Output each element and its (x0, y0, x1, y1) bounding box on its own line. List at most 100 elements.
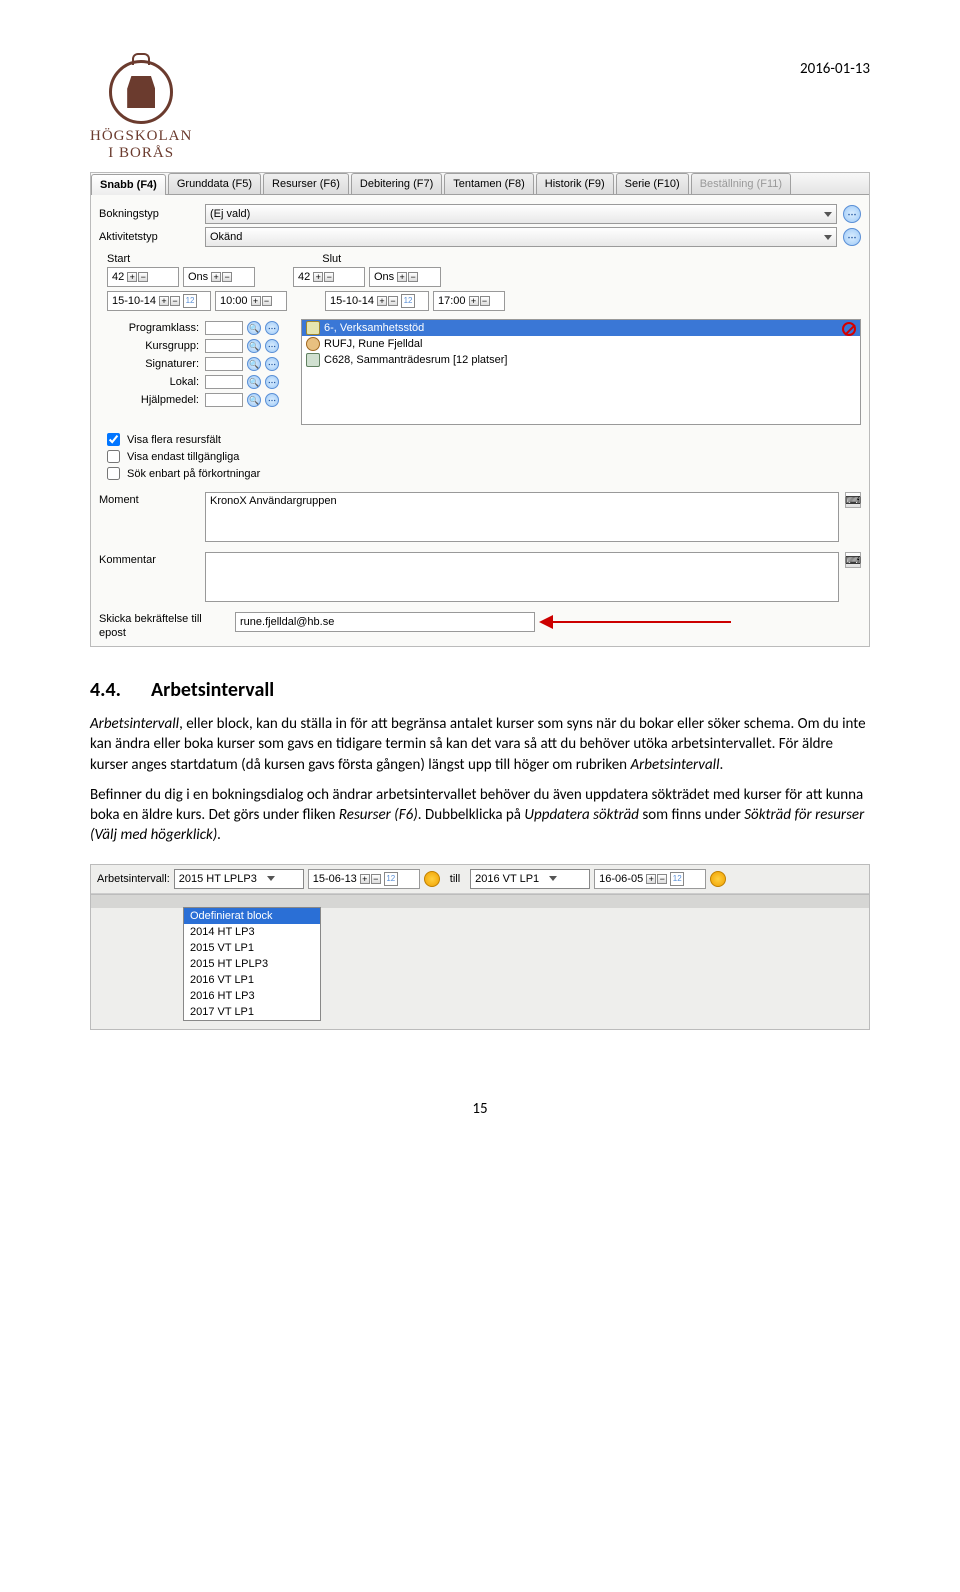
section-heading: 4.4. Arbetsintervall (90, 677, 870, 704)
chevron-down-icon (549, 876, 557, 881)
sun-icon[interactable] (424, 871, 440, 887)
interval-option[interactable]: 2014 HT LP3 (184, 924, 320, 940)
resource-search-button[interactable]: 🔍 (247, 321, 261, 335)
tab-serie-f10-[interactable]: Serie (F10) (616, 173, 689, 194)
forbidden-icon (842, 322, 856, 336)
tab-tentamen-f8-[interactable]: Tentamen (F8) (444, 173, 534, 194)
slut-week-spin[interactable]: 42+− (293, 267, 365, 287)
paragraph-2: Befinner du dig i en bokningsdialog och … (90, 785, 870, 846)
interval-option[interactable]: 2016 VT LP1 (184, 972, 320, 988)
document-date: 2016-01-13 (800, 60, 870, 78)
resource-browse-button[interactable]: ⋯ (265, 339, 279, 353)
chevron-down-icon (824, 212, 832, 217)
resource-search-input[interactable] (205, 339, 243, 353)
tab-strip: Snabb (F4)Grunddata (F5)Resurser (F6)Deb… (91, 173, 869, 195)
slut-time-spin[interactable]: 17:00+− (433, 291, 505, 311)
calendar-icon[interactable]: 12 (401, 294, 415, 308)
start-week-spin[interactable]: 42+− (107, 267, 179, 287)
slut-header: Slut (322, 253, 341, 265)
tab-best-llning-f11-: Beställning (F11) (691, 173, 791, 194)
resource-search-column: 🔍⋯🔍⋯🔍⋯🔍⋯🔍⋯ (205, 319, 295, 425)
resource-browse-button[interactable]: ⋯ (265, 321, 279, 335)
resource-browse-button[interactable]: ⋯ (265, 393, 279, 407)
moment-label: Moment (99, 492, 199, 542)
resource-item[interactable]: RUFJ, Rune Fjelldal (302, 336, 860, 352)
kommentar-keyboard-icon[interactable]: ⌨ (845, 552, 861, 568)
moment-textarea[interactable]: KronoX Användargruppen (205, 492, 839, 542)
resource-label: Lokal: (99, 373, 199, 391)
tab-debitering-f7-[interactable]: Debitering (F7) (351, 173, 442, 194)
resource-search-button[interactable]: 🔍 (247, 357, 261, 371)
tab-snabb-f4-[interactable]: Snabb (F4) (91, 174, 166, 195)
resource-search-row: 🔍⋯ (205, 319, 295, 337)
slut-dayname-spin[interactable]: Ons+− (369, 267, 441, 287)
moment-keyboard-icon[interactable]: ⌨ (845, 492, 861, 508)
interval-option[interactable]: 2015 VT LP1 (184, 940, 320, 956)
chevron-down-icon (267, 876, 275, 881)
interval-option[interactable]: 2017 VT LP1 (184, 1004, 320, 1020)
resource-search-input[interactable] (205, 357, 243, 371)
resource-search-input[interactable] (205, 375, 243, 389)
sun-icon[interactable] (710, 871, 726, 887)
resource-search-row: 🔍⋯ (205, 391, 295, 409)
resource-label: Hjälpmedel: (99, 391, 199, 409)
bokningstyp-label: Bokningstyp (99, 208, 199, 220)
resource-search-button[interactable]: 🔍 (247, 339, 261, 353)
interval-from-date[interactable]: 15-06-13+−12 (308, 869, 420, 889)
interval-to-dropdown[interactable]: 2016 VT LP1 (470, 869, 590, 889)
arbetsintervall-bar-screenshot: Arbetsintervall: 2015 HT LPLP3 15-06-13+… (90, 864, 870, 1030)
resource-search-input[interactable] (205, 321, 243, 335)
aktivitetstyp-browse-button[interactable]: ⋯ (843, 228, 861, 246)
option-checkbox-label: Visa endast tillgängliga (127, 451, 239, 463)
resource-list[interactable]: 6-, Verksamhetsstöd RUFJ, Rune Fjelldal C6… (301, 319, 861, 425)
bokningstyp-value: (Ej vald) (210, 208, 250, 220)
document-body: 4.4. Arbetsintervall Arbetsintervall, el… (90, 677, 870, 846)
aktivitetstyp-value: Okänd (210, 231, 242, 243)
resource-search-button[interactable]: 🔍 (247, 375, 261, 389)
kommentar-textarea[interactable] (205, 552, 839, 602)
start-time-spin[interactable]: 10:00+− (215, 291, 287, 311)
aktivitetstyp-label: Aktivitetstyp (99, 231, 199, 243)
email-input[interactable] (235, 612, 535, 632)
option-checkbox[interactable] (107, 467, 120, 480)
calendar-icon[interactable]: 12 (183, 294, 197, 308)
interval-option[interactable]: Odefinierat block (184, 908, 320, 924)
resource-search-button[interactable]: 🔍 (247, 393, 261, 407)
option-checkbox[interactable] (107, 450, 120, 463)
option-checkbox[interactable] (107, 433, 120, 446)
arbetsintervall-label: Arbetsintervall: (97, 873, 170, 885)
resource-item[interactable]: 6-, Verksamhetsstöd (302, 320, 860, 336)
option-checkbox-row[interactable]: Visa endast tillgängliga (103, 448, 861, 465)
resource-search-input[interactable] (205, 393, 243, 407)
page-number: 15 (90, 1100, 870, 1118)
interval-option[interactable]: 2016 HT LP3 (184, 988, 320, 1004)
start-date-spin[interactable]: 15-10-14+−12 (107, 291, 211, 311)
interval-dropdown-list[interactable]: Odefinierat block2014 HT LP32015 VT LP12… (183, 907, 321, 1021)
resource-browse-button[interactable]: ⋯ (265, 375, 279, 389)
interval-from-dropdown[interactable]: 2015 HT LPLP3 (174, 869, 304, 889)
slut-date-spin[interactable]: 15-10-14+−12 (325, 291, 429, 311)
bokningstyp-dropdown[interactable]: (Ej vald) (205, 204, 837, 224)
calendar-icon[interactable]: 12 (670, 872, 684, 886)
start-dayname-spin[interactable]: Ons+− (183, 267, 255, 287)
tab-resurser-f6-[interactable]: Resurser (F6) (263, 173, 349, 194)
tab-historik-f9-[interactable]: Historik (F9) (536, 173, 614, 194)
resource-labels: Programklass:Kursgrupp:Signaturer:Lokal:… (99, 319, 199, 425)
interval-to-date[interactable]: 16-06-05+−12 (594, 869, 706, 889)
resource-label: Signaturer: (99, 355, 199, 373)
resource-browse-button[interactable]: ⋯ (265, 357, 279, 371)
resource-item[interactable]: C628, Sammanträdesrum [12 platser] (302, 352, 860, 368)
tab-grunddata-f5-[interactable]: Grunddata (F5) (168, 173, 261, 194)
resource-item-text: C628, Sammanträdesrum [12 platser] (324, 354, 507, 366)
aktivitetstyp-dropdown[interactable]: Okänd (205, 227, 837, 247)
logo-text-2: I BORÅS (108, 145, 174, 162)
option-checkbox-label: Sök enbart på förkortningar (127, 468, 260, 480)
option-checkbox-row[interactable]: Visa flera resursfält (103, 431, 861, 448)
chevron-down-icon (824, 235, 832, 240)
option-checkbox-row[interactable]: Sök enbart på förkortningar (103, 465, 861, 482)
options-checkboxes: Visa flera resursfält Visa endast tillgän… (103, 431, 861, 482)
calendar-icon[interactable]: 12 (384, 872, 398, 886)
bokningstyp-browse-button[interactable]: ⋯ (843, 205, 861, 223)
interval-option[interactable]: 2015 HT LPLP3 (184, 956, 320, 972)
resource-item-text: RUFJ, Rune Fjelldal (324, 338, 422, 350)
